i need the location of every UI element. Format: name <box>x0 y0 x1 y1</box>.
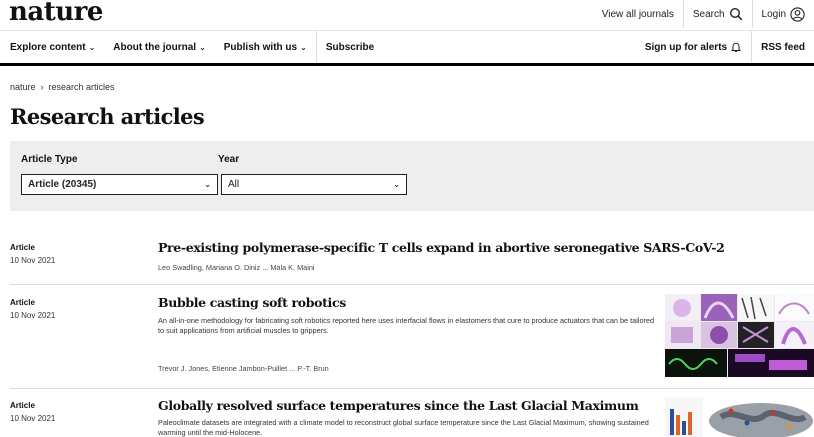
nav-explore-content[interactable]: Explore content ⌄ <box>0 31 104 63</box>
article-thumbnail[interactable] <box>665 397 814 437</box>
login-button[interactable]: Login <box>753 0 814 28</box>
sign-up-alerts-label: Sign up for alerts <box>644 41 728 53</box>
article-title[interactable]: Bubble casting soft robotics <box>158 295 346 310</box>
article-type-select[interactable]: Article (20345) ⌄ <box>21 174 218 195</box>
breadcrumb-root[interactable]: nature <box>10 82 36 92</box>
search-icon <box>729 7 742 21</box>
climate-figure-image <box>665 397 813 437</box>
user-icon <box>790 6 805 22</box>
year-label: Year <box>218 154 240 165</box>
article-description: An all-in-one methodology for fabricatin… <box>158 316 655 335</box>
breadcrumb-current: research articles <box>48 82 115 92</box>
article-description: Paleoclimate datasets are integrated wit… <box>158 418 649 437</box>
article-authors: Trevor J. Jones, Etienne Jambon-Puillet … <box>158 364 329 373</box>
nav-explore-content-label: Explore content <box>10 41 86 53</box>
breadcrumb: nature › research articles <box>10 82 115 92</box>
article-date: 10 Nov 2021 <box>10 311 56 320</box>
top-links: View all journals Search Login <box>593 0 814 28</box>
view-all-journals-label: View all journals <box>601 8 674 20</box>
sign-up-alerts-link[interactable]: Sign up for alerts <box>636 31 751 63</box>
year-value: All <box>228 179 240 190</box>
chevron-down-icon: ⌄ <box>199 42 206 52</box>
article-date: 10 Nov 2021 <box>10 256 56 265</box>
year-select[interactable]: All ⌄ <box>221 174 407 195</box>
article-type: Article <box>10 298 35 307</box>
chevron-right-icon: › <box>40 82 44 92</box>
article-type: Article <box>10 243 35 252</box>
article-title[interactable]: Globally resolved surface temperatures s… <box>158 398 639 413</box>
article-title[interactable]: Pre-existing polymerase-specific T cells… <box>158 240 725 255</box>
nav-subscribe[interactable]: Subscribe <box>317 31 383 63</box>
filter-panel: Article Type Article (20345) ⌄ Year All … <box>10 141 814 211</box>
top-bar: nature View all journals Search Login <box>0 0 814 30</box>
divider <box>10 388 814 389</box>
chevron-down-icon: ⌄ <box>393 180 400 189</box>
page-title: Research articles <box>10 104 205 129</box>
bell-icon <box>730 42 742 52</box>
login-label: Login <box>761 8 786 20</box>
main-nav: Explore content ⌄ About the journal ⌄ Publ… <box>0 30 814 66</box>
article-thumbnail[interactable] <box>665 294 814 377</box>
article-authors: Leo Swadling, Mariana O. Diniz ... Mala … <box>158 263 315 272</box>
chevron-down-icon: ⌄ <box>204 180 211 189</box>
view-all-journals-link[interactable]: View all journals <box>593 0 683 28</box>
article-type-label: Article Type <box>21 154 78 165</box>
chevron-down-icon: ⌄ <box>88 42 96 52</box>
nav-about-the-journal-label: About the journal <box>113 41 197 53</box>
nav-publish-with-us-label: Publish with us <box>223 41 298 53</box>
nature-logo[interactable]: nature <box>9 0 103 27</box>
robotics-figure-image <box>665 294 814 377</box>
article-type-value: Article (20345) <box>28 179 97 190</box>
chevron-down-icon: ⌄ <box>300 42 307 52</box>
search-button[interactable]: Search <box>684 0 752 28</box>
article-date: 10 Nov 2021 <box>10 414 56 423</box>
rss-feed-label: RSS feed <box>761 41 805 53</box>
article-type: Article <box>10 401 35 410</box>
search-label: Search <box>692 8 725 20</box>
nav-about-the-journal[interactable]: About the journal ⌄ <box>104 31 214 63</box>
rss-feed-link[interactable]: RSS feed <box>752 31 814 63</box>
divider <box>10 284 814 285</box>
nav-subscribe-label: Subscribe <box>325 41 375 53</box>
nav-publish-with-us[interactable]: Publish with us ⌄ <box>215 31 316 63</box>
